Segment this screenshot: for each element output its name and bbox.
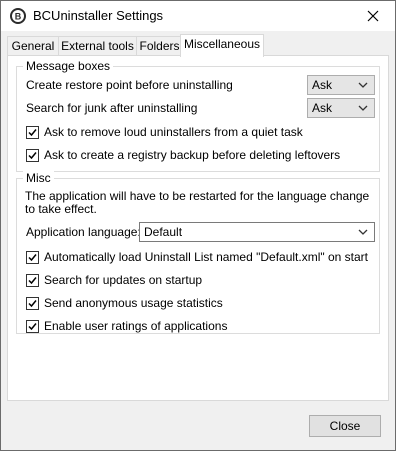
- checkbox-box[interactable]: [26, 251, 39, 264]
- chevron-down-icon: [358, 229, 368, 235]
- restart-note: The application will have to be restarte…: [25, 189, 370, 216]
- chevron-down-icon: [358, 82, 368, 88]
- chevron-down-icon: [358, 105, 368, 111]
- close-button[interactable]: Close: [309, 415, 381, 437]
- checkbox-box[interactable]: [26, 149, 39, 162]
- checkmark-icon: [28, 323, 37, 331]
- tab-general[interactable]: General: [7, 36, 59, 55]
- checkmark-icon: [28, 152, 37, 160]
- language-label: Application language:: [26, 225, 141, 239]
- checkbox-box[interactable]: [26, 297, 39, 310]
- checkbox-box[interactable]: [26, 126, 39, 139]
- language-value: Default: [144, 225, 183, 239]
- misc-group-label: Misc: [23, 171, 54, 185]
- title-bar: B BCUninstaller Settings: [1, 1, 395, 31]
- auto-load-list-checkbox[interactable]: Automatically load Uninstall List named …: [26, 250, 371, 266]
- ask-registry-backup-checkbox[interactable]: Ask to create a registry backup before d…: [26, 148, 371, 164]
- message-boxes-group: Message boxes Create restore point befor…: [16, 59, 380, 172]
- ask-registry-backup-label: Ask to create a registry backup before d…: [44, 148, 341, 162]
- checkbox-box[interactable]: [26, 274, 39, 287]
- window-close-button[interactable]: [351, 1, 395, 31]
- checkmark-icon: [28, 129, 37, 137]
- checkmark-icon: [28, 254, 37, 262]
- search-updates-label: Search for updates on startup: [44, 273, 203, 287]
- miscellaneous-panel: Message boxes Create restore point befor…: [7, 55, 389, 401]
- message-boxes-group-label: Message boxes: [23, 59, 114, 73]
- tab-folders[interactable]: Folders: [136, 36, 183, 55]
- search-updates-checkbox[interactable]: Search for updates on startup: [26, 273, 371, 289]
- checkbox-box[interactable]: [26, 320, 39, 333]
- restore-point-dropdown[interactable]: Ask: [307, 75, 375, 95]
- close-icon: [367, 10, 379, 22]
- tab-external-tools[interactable]: External tools: [58, 36, 137, 55]
- junk-search-label: Search for junk after uninstalling: [26, 101, 198, 115]
- user-ratings-label: Enable user ratings of applications: [44, 319, 228, 333]
- misc-group: Misc The application will have to be res…: [16, 171, 380, 335]
- bcu-logo-icon: B: [10, 8, 26, 24]
- usage-statistics-label: Send anonymous usage statistics: [44, 296, 223, 310]
- checkmark-icon: [28, 300, 37, 308]
- restore-point-value: Ask: [312, 78, 333, 92]
- window-title: BCUninstaller Settings: [33, 8, 164, 23]
- user-ratings-checkbox[interactable]: Enable user ratings of applications: [26, 319, 371, 335]
- junk-search-value: Ask: [312, 101, 333, 115]
- svg-text:B: B: [15, 12, 22, 22]
- junk-search-dropdown[interactable]: Ask: [307, 98, 375, 118]
- ask-remove-loud-checkbox[interactable]: Ask to remove loud uninstallers from a q…: [26, 125, 371, 141]
- usage-statistics-checkbox[interactable]: Send anonymous usage statistics: [26, 296, 371, 312]
- tab-miscellaneous[interactable]: Miscellaneous: [180, 34, 264, 57]
- settings-window: B BCUninstaller Settings General Externa…: [0, 0, 396, 451]
- language-dropdown[interactable]: Default: [139, 222, 375, 242]
- ask-remove-loud-label: Ask to remove loud uninstallers from a q…: [44, 125, 303, 139]
- auto-load-list-label: Automatically load Uninstall List named …: [44, 250, 368, 264]
- checkmark-icon: [28, 277, 37, 285]
- restore-point-label: Create restore point before uninstalling: [26, 78, 233, 92]
